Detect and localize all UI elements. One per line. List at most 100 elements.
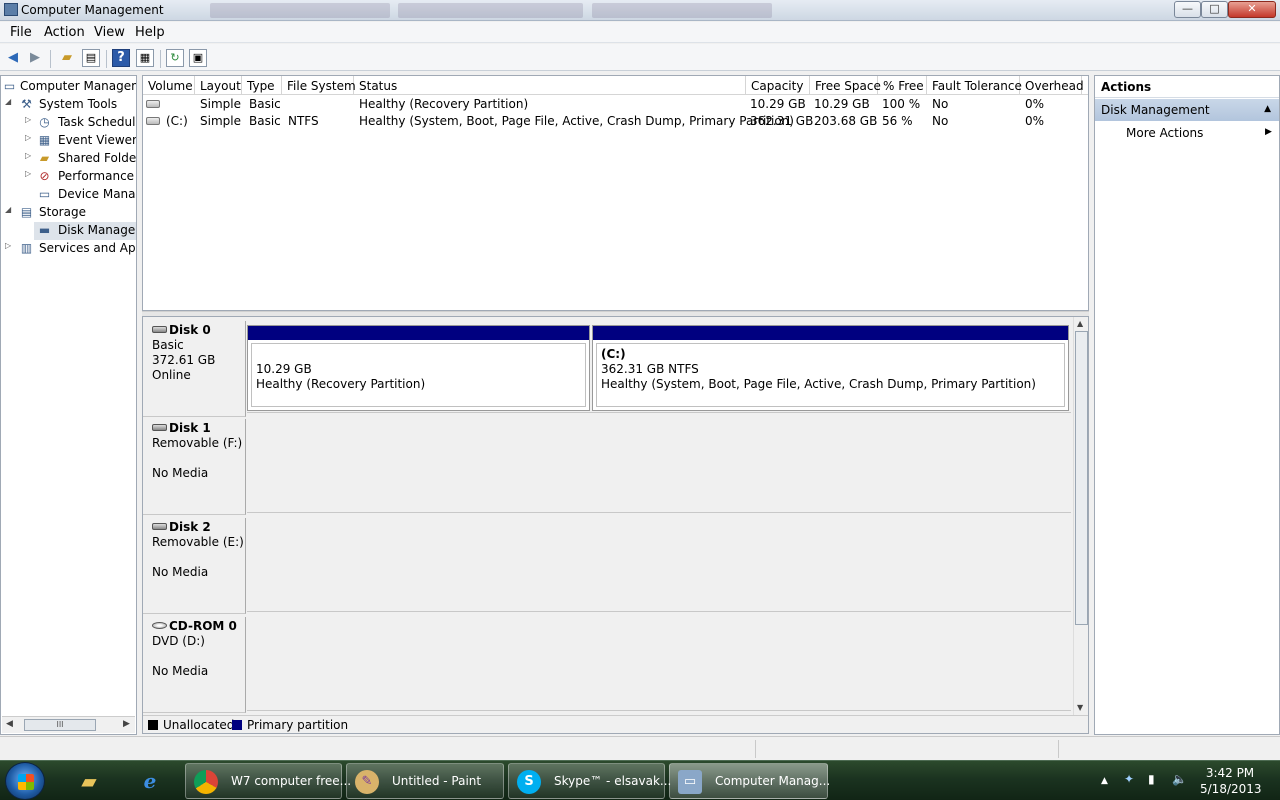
disk-label-cdrom-0[interactable]: CD-ROM 0 DVD (D:) No Media <box>143 617 246 713</box>
menu-view[interactable]: View <box>94 25 125 40</box>
more-actions-item[interactable]: More Actions ▶ <box>1126 126 1272 140</box>
expand-arrow-icon[interactable]: ▷ <box>25 169 34 178</box>
column-header-volume[interactable]: Volume <box>143 76 195 95</box>
clock[interactable]: 3:42 PM 5/18/2013 <box>1200 765 1262 797</box>
device-manager-icon: ▭ <box>38 187 51 201</box>
scroll-down-icon[interactable]: ▼ <box>1077 703 1083 712</box>
disk-label-disk-1[interactable]: Disk 1 Removable (F:) No Media <box>143 419 246 515</box>
status-segment <box>1058 740 1059 758</box>
actions-section-disk-management[interactable]: Disk Management ▲ <box>1095 99 1279 121</box>
background-tab-ghost <box>592 3 772 18</box>
tree-item-storage[interactable]: ◢ ▤ Storage <box>1 204 136 222</box>
disk-2-partition-area <box>247 516 1071 612</box>
disk-type: Removable (E:) <box>152 535 244 549</box>
partition-c-drive[interactable]: (C:) 362.31 GB NTFS Healthy (System, Boo… <box>592 325 1069 411</box>
close-button[interactable]: ✕ <box>1228 1 1276 18</box>
column-header-layout[interactable]: Layout <box>195 76 242 95</box>
explorer-icon[interactable]: ▰ <box>64 764 114 798</box>
skype-icon: S <box>517 770 541 794</box>
minimize-button[interactable]: — <box>1174 1 1201 18</box>
scroll-thumb[interactable]: III <box>24 719 96 731</box>
background-tab-ghost <box>398 3 583 18</box>
dropbox-icon[interactable]: ✦ <box>1124 772 1134 786</box>
background-tab-ghost <box>210 3 390 18</box>
scroll-right-icon[interactable]: ▶ <box>123 719 130 729</box>
clock-date: 5/18/2013 <box>1200 782 1262 796</box>
export-list-icon[interactable]: ▣ <box>189 49 207 67</box>
internet-explorer-icon[interactable]: e <box>125 764 175 798</box>
tree-item-disk-management[interactable]: ▬ Disk Managem <box>34 222 136 240</box>
primary-partition-bar <box>248 326 589 340</box>
power-icon[interactable]: ▮ <box>1148 772 1155 786</box>
properties-icon[interactable]: ▦ <box>136 49 154 67</box>
table-cell: Basic <box>249 114 281 128</box>
maximize-button[interactable]: □ <box>1201 1 1228 18</box>
table-cell: Simple <box>200 114 241 128</box>
folder-up-icon[interactable]: ▰ <box>58 49 76 67</box>
disk-name-text: Disk 0 <box>169 323 211 337</box>
disk-label-disk-0[interactable]: Disk 0 Basic 372.61 GB Online <box>143 321 246 417</box>
scroll-up-icon[interactable]: ▲ <box>1077 319 1083 328</box>
start-button[interactable] <box>5 762 45 800</box>
status-bar <box>0 736 1280 760</box>
disk-size <box>152 550 245 565</box>
taskbar-item-skype[interactable]: S Skype™ - elsavak... <box>508 763 671 799</box>
show-hidden-icons-icon[interactable]: ▲ <box>1101 776 1108 786</box>
disk-name: Disk 2 <box>152 520 245 535</box>
table-cell: (C:) <box>166 114 188 128</box>
tree-horizontal-scrollbar[interactable]: ◀ III ▶ <box>2 716 135 733</box>
disk-view-vertical-scrollbar[interactable]: ▲ ▼ <box>1073 317 1088 717</box>
column-header-type[interactable]: Type <box>242 76 282 95</box>
scroll-left-icon[interactable]: ◀ <box>6 719 13 729</box>
menu-action[interactable]: Action <box>44 25 85 40</box>
disk-status: No Media <box>152 664 209 678</box>
menu-help[interactable]: Help <box>135 25 165 40</box>
tree-item-computer-management[interactable]: ▭ Computer Manageme <box>1 78 136 96</box>
scroll-thumb[interactable] <box>1075 331 1088 625</box>
taskbar-item-computer-management[interactable]: ▭ Computer Manag... <box>669 763 830 799</box>
disk-name-text: Disk 2 <box>169 520 211 534</box>
tree-item-task-scheduler[interactable]: ▷ ◷ Task Scheduler <box>1 114 136 132</box>
shared-folder-icon: ▰ <box>39 151 50 165</box>
disk-type: Removable (F:) <box>152 436 243 450</box>
column-header-free-space[interactable]: Free Space <box>810 76 881 95</box>
tree-item-shared-folders[interactable]: ▷ ▰ Shared Folders <box>1 150 136 168</box>
taskbar-item-chrome[interactable]: W7 computer free... <box>185 763 351 799</box>
expand-arrow-icon[interactable]: ▷ <box>25 151 34 160</box>
partition-status: Healthy (System, Boot, Page File, Active… <box>601 377 1036 391</box>
expand-arrow-icon[interactable]: ▷ <box>25 115 34 124</box>
actions-header: Actions <box>1095 76 1279 98</box>
collapse-arrow-icon[interactable]: ◢ <box>5 97 14 106</box>
tree-item-device-manager[interactable]: ▭ Device Manage <box>1 186 136 204</box>
tree-item-event-viewer[interactable]: ▷ ▦ Event Viewer <box>1 132 136 150</box>
partition-recovery[interactable]: 10.29 GB Healthy (Recovery Partition) <box>247 325 590 411</box>
refresh-icon[interactable]: ↻ <box>166 49 184 67</box>
help-icon[interactable]: ? <box>112 49 130 67</box>
back-arrow-icon[interactable]: ◀ <box>4 49 22 67</box>
hard-disk-icon <box>152 326 167 333</box>
tree-item-system-tools[interactable]: ◢ ⚒ System Tools <box>1 96 136 114</box>
tree-item-services-and-applications[interactable]: ▷ ▥ Services and Appli <box>1 240 136 258</box>
disk-size: 372.61 GB <box>152 353 216 367</box>
cd-rom-icon <box>152 622 167 629</box>
column-header-status[interactable]: Status <box>354 76 746 95</box>
table-row[interactable]: Simple Basic Healthy (Recovery Partition… <box>143 96 1088 113</box>
taskbar-item-paint[interactable]: ✎ Untitled - Paint <box>346 763 504 799</box>
disk-type: Basic <box>152 338 184 352</box>
expand-arrow-icon[interactable]: ▷ <box>25 133 34 142</box>
collapse-arrow-icon[interactable]: ◢ <box>5 205 14 214</box>
column-header-overhead[interactable]: Overhead <box>1020 76 1084 95</box>
column-header-percent-free[interactable]: % Free <box>878 76 927 95</box>
column-header-fault-tolerance[interactable]: Fault Tolerance <box>927 76 1022 95</box>
tree-item-performance[interactable]: ▷ ⊘ Performance <box>1 168 136 186</box>
menu-file[interactable]: File <box>10 25 32 40</box>
column-header-capacity[interactable]: Capacity <box>746 76 810 95</box>
disk-label-disk-2[interactable]: Disk 2 Removable (E:) No Media <box>143 518 246 614</box>
expand-arrow-icon[interactable]: ▷ <box>5 241 14 250</box>
column-header-file-system[interactable]: File System <box>282 76 356 95</box>
collapse-up-icon[interactable]: ▲ <box>1264 104 1271 114</box>
show-hide-tree-icon[interactable]: ▤ <box>82 49 100 67</box>
forward-arrow-icon[interactable]: ▶ <box>26 49 44 67</box>
volume-icon[interactable]: 🔈 <box>1172 772 1187 786</box>
table-row[interactable]: (C:) Simple Basic NTFS Healthy (System, … <box>143 113 1088 130</box>
